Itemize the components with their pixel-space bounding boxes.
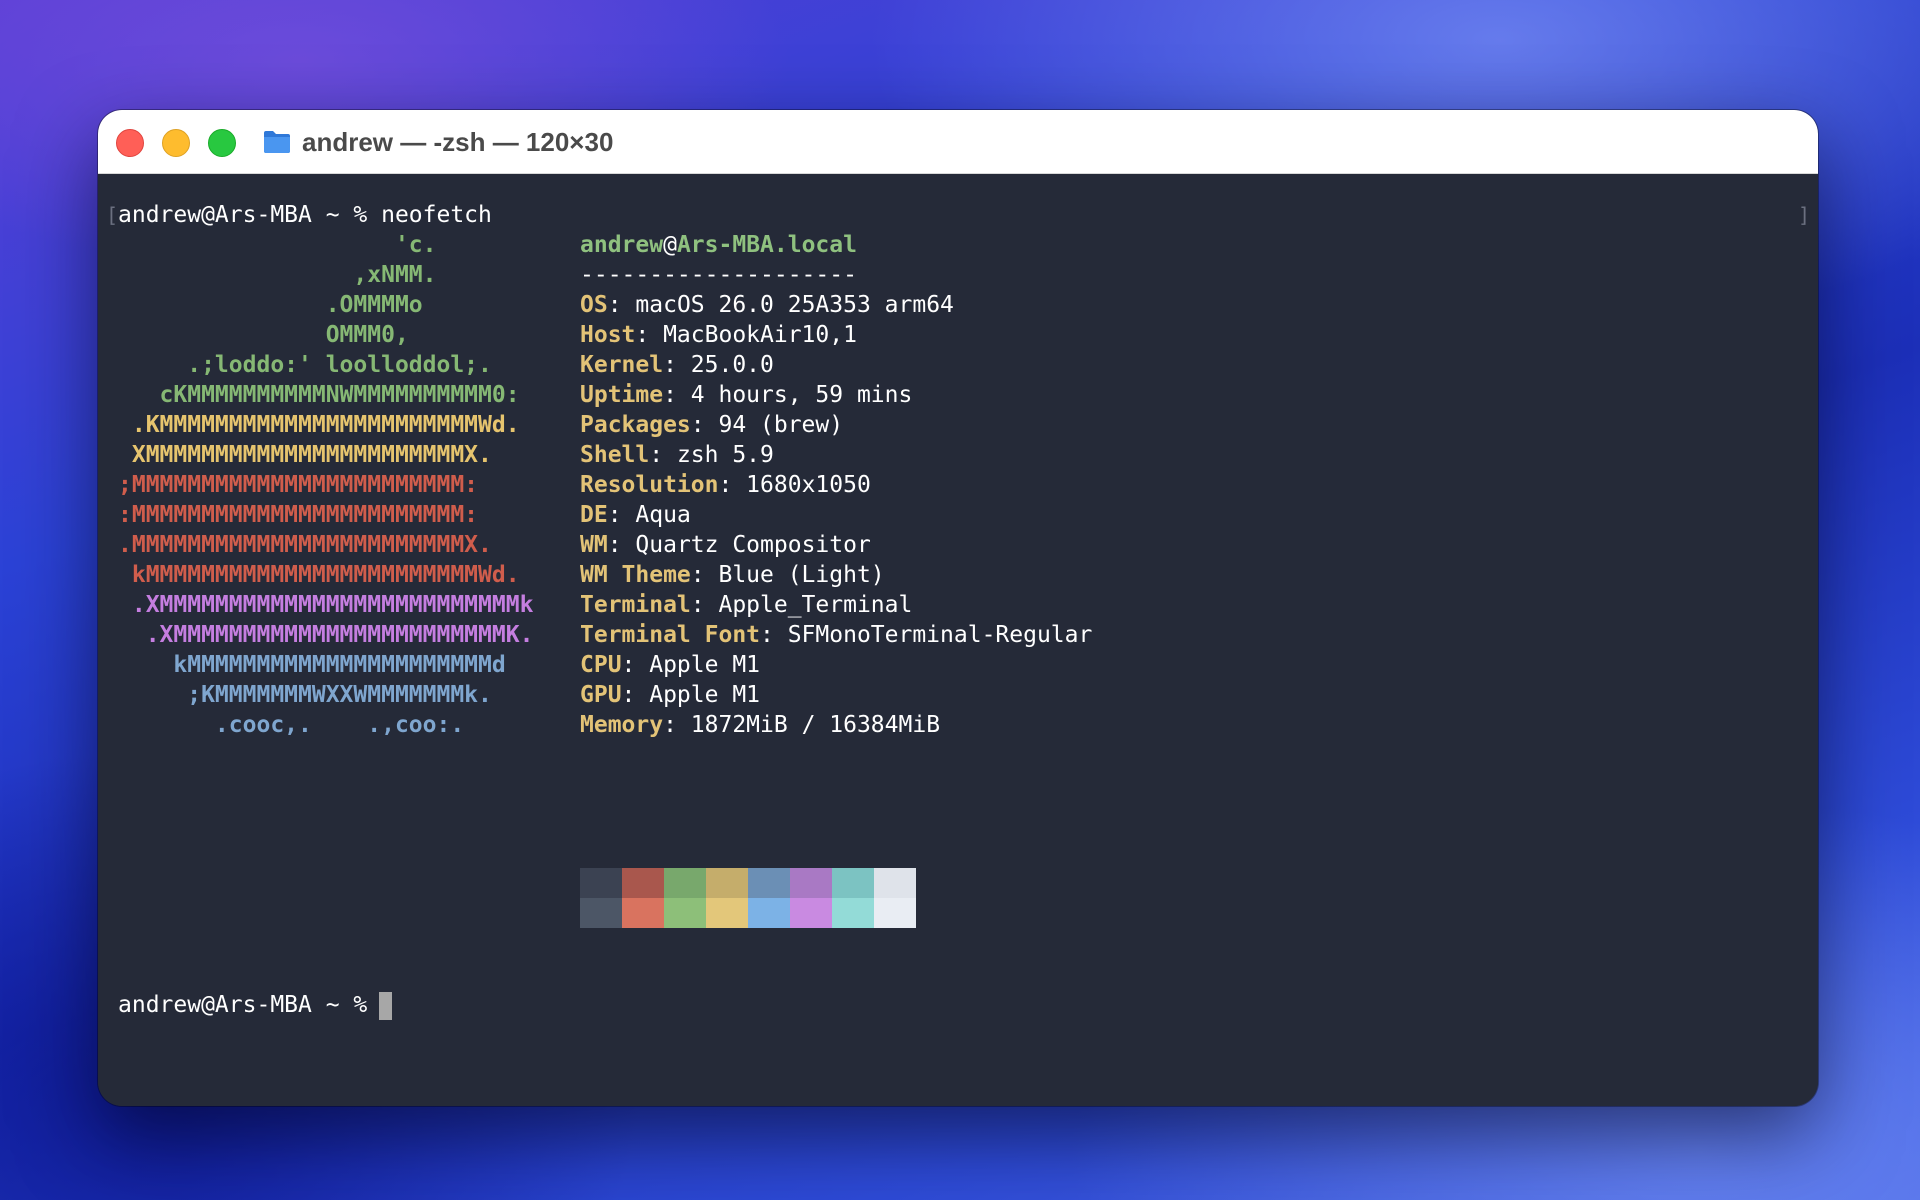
header-at: @: [663, 232, 677, 258]
ascii-art-line: .;loddo:' loolloddol;.: [118, 352, 492, 378]
info-key: Terminal: [580, 592, 691, 618]
info-key: Host: [580, 322, 636, 348]
mark-bracket-right: ]: [1798, 203, 1811, 227]
palette-swatch: [790, 898, 832, 928]
info-key: WM Theme: [580, 562, 691, 588]
info-value: : Aqua: [607, 502, 691, 528]
palette-swatch: [706, 898, 748, 928]
info-value: : 1872MiB / 16384MiB: [663, 712, 941, 738]
info-key: Resolution: [580, 472, 719, 498]
ascii-art-line: .OMMMMo: [118, 292, 423, 318]
info-value: : 94 (brew): [690, 412, 844, 438]
window-title: andrew — -zsh — 120×30: [302, 127, 614, 157]
palette-swatch: [748, 898, 790, 928]
header-host: Ars-MBA.local: [676, 232, 857, 258]
palette-swatch: [664, 868, 706, 898]
info-row: OS: macOS 26.0 25A353 arm64: [580, 290, 954, 320]
info-row: Kernel: 25.0.0: [580, 350, 774, 380]
info-value: : Blue (Light): [690, 562, 885, 588]
info-key: CPU: [580, 652, 622, 678]
text-cursor: [379, 991, 393, 1020]
header-separator: --------------------: [580, 262, 857, 288]
prompt-text: andrew@Ars-MBA ~ %: [118, 992, 368, 1018]
command-line: andrew@Ars-MBA ~ % neofetch: [118, 202, 492, 228]
info-row: CPU: Apple M1: [580, 650, 760, 680]
palette-swatch: [706, 868, 748, 898]
info-value: : Apple M1: [621, 682, 761, 708]
info-row: Resolution: 1680x1050: [580, 470, 871, 500]
info-row: Shell: zsh 5.9: [580, 440, 774, 470]
ascii-art-line: 'c.: [118, 232, 437, 258]
ascii-art-line: OMMM0,: [118, 322, 409, 348]
ascii-art-line: .XMMMMMMMMMMMMMMMMMMMMMMMMMMk: [118, 592, 534, 618]
info-key: Terminal Font: [580, 622, 761, 648]
info-value: : Quartz Compositor: [607, 532, 871, 558]
ascii-art-line: :MMMMMMMMMMMMMMMMMMMMMMMM:: [118, 502, 479, 528]
info-row: Host: MacBookAir10,1: [580, 320, 857, 350]
info-value: : Apple_Terminal: [690, 592, 913, 618]
info-key: Uptime: [580, 382, 664, 408]
info-key: Packages: [580, 412, 691, 438]
folder-icon: [264, 131, 290, 153]
ascii-art-line: .MMMMMMMMMMMMMMMMMMMMMMMMX.: [118, 532, 492, 558]
palette-swatch: [790, 868, 832, 898]
info-key: WM: [580, 532, 608, 558]
info-row: GPU: Apple M1: [580, 680, 760, 710]
terminal-content[interactable]: [ ] andrew@Ars-MBA ~ % neofetch 'c. ,xNM…: [98, 174, 1818, 1106]
info-value: : macOS 26.0 25A353 arm64: [607, 292, 954, 318]
palette-swatch: [664, 898, 706, 928]
palette-swatch: [622, 868, 664, 898]
ascii-art-line: ;KMMMMMMMWXXWMMMMMMMk.: [118, 682, 492, 708]
info-key: Memory: [580, 712, 664, 738]
info-row: Memory: 1872MiB / 16384MiB: [580, 710, 940, 740]
ascii-art-line: cKMMMMMMMMMMNWMMMMMMMMMM0:: [118, 382, 520, 408]
zoom-button[interactable]: [208, 129, 236, 157]
close-button[interactable]: [116, 129, 144, 157]
info-value: : 4 hours, 59 mins: [663, 382, 913, 408]
info-key: GPU: [580, 682, 622, 708]
neofetch-header: andrew@Ars-MBA.local: [580, 230, 857, 260]
info-row: WM: Quartz Compositor: [580, 530, 871, 560]
palette-swatch: [580, 898, 622, 928]
palette-swatch: [622, 898, 664, 928]
ascii-art-line: .XMMMMMMMMMMMMMMMMMMMMMMMMK.: [118, 622, 534, 648]
palette-swatch: [832, 868, 874, 898]
ascii-art-line: kMMMMMMMMMMMMMMMMMMMMMMMMWd.: [118, 562, 520, 588]
info-key: DE: [580, 502, 608, 528]
minimize-button[interactable]: [162, 129, 190, 157]
palette-swatch: [874, 868, 916, 898]
palette-swatch: [748, 868, 790, 898]
info-row: WM Theme: Blue (Light): [580, 560, 885, 590]
info-value: : zsh 5.9: [649, 442, 774, 468]
ascii-art-line: kMMMMMMMMMMMMMMMMMMMMMMd: [118, 652, 506, 678]
color-palette: [580, 868, 916, 928]
mark-bracket-left: [: [106, 203, 119, 227]
info-value: : SFMonoTerminal-Regular: [760, 622, 1093, 648]
info-key: Kernel: [580, 352, 664, 378]
info-value: : 1680x1050: [718, 472, 871, 498]
info-row: Terminal Font: SFMonoTerminal-Regular: [580, 620, 1092, 650]
info-value: : 25.0.0: [663, 352, 774, 378]
ascii-art-line: .cooc,. .,coo:.: [118, 712, 465, 738]
info-key: OS: [580, 292, 608, 318]
info-row: Terminal: Apple_Terminal: [580, 590, 912, 620]
header-user: andrew: [580, 232, 664, 258]
prompt-line[interactable]: andrew@Ars-MBA ~ %: [118, 990, 393, 1020]
info-row: Packages: 94 (brew): [580, 410, 843, 440]
palette-swatch: [580, 868, 622, 898]
info-value: : Apple M1: [621, 652, 761, 678]
ascii-art-line: .KMMMMMMMMMMMMMMMMMMMMMMMWd.: [118, 412, 520, 438]
ascii-art-line: ,xNMM.: [118, 262, 437, 288]
palette-swatch: [832, 898, 874, 928]
ascii-art-line: XMMMMMMMMMMMMMMMMMMMMMMMX.: [118, 442, 492, 468]
info-row: DE: Aqua: [580, 500, 691, 530]
info-row: Uptime: 4 hours, 59 mins: [580, 380, 912, 410]
info-value: : MacBookAir10,1: [635, 322, 857, 348]
palette-swatch: [874, 898, 916, 928]
title-bar[interactable]: andrew — -zsh — 120×30: [98, 110, 1818, 174]
info-key: Shell: [580, 442, 650, 468]
terminal-window: andrew — -zsh — 120×30 [ ] andrew@Ars-MB…: [98, 110, 1818, 1106]
ascii-art-line: ;MMMMMMMMMMMMMMMMMMMMMMMM:: [118, 472, 479, 498]
